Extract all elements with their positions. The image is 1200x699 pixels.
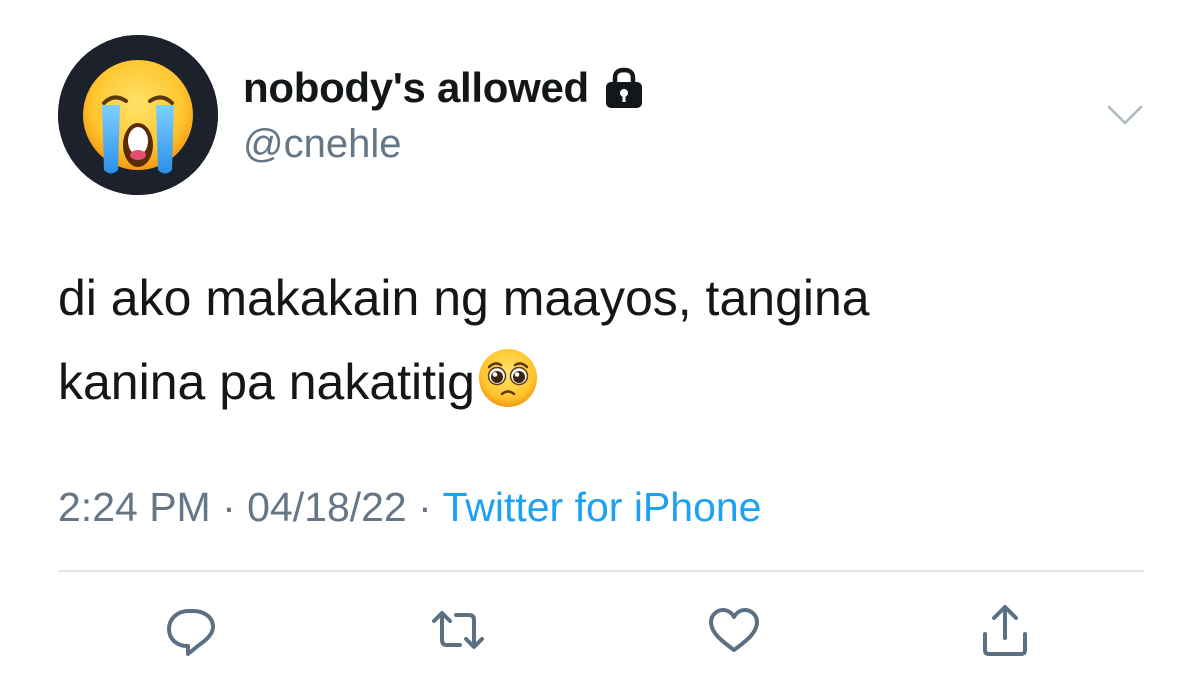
loudly-crying-face-icon xyxy=(58,35,218,195)
tweet-text-line-1: di ako makakain ng maayos, tangina xyxy=(58,270,870,326)
tweet-meta: 2:24 PM · 04/18/22 · Twitter for iPhone xyxy=(58,484,761,531)
reply-button[interactable] xyxy=(163,602,219,658)
tweet-source-link[interactable]: Twitter for iPhone xyxy=(442,484,761,530)
tweet-card: nobody's allowed @cnehle di ako makakain… xyxy=(0,0,1200,699)
retweet-button[interactable] xyxy=(430,602,486,658)
tweet-text-line-2-text: kanina pa nakatitig xyxy=(58,354,475,410)
display-name-row: nobody's allowed xyxy=(243,62,645,114)
reply-icon xyxy=(167,609,215,656)
divider xyxy=(58,570,1144,572)
tweet-text: di ako makakain ng maayos, tangina kanin… xyxy=(58,256,1158,424)
display-name[interactable]: nobody's allowed xyxy=(243,64,589,112)
lock-icon xyxy=(603,66,645,110)
chevron-down-icon[interactable] xyxy=(1106,100,1144,130)
meta-separator: · xyxy=(210,484,248,530)
pleading-face-icon xyxy=(477,347,539,409)
tweet-date: 04/18/22 xyxy=(247,484,407,530)
heart-icon xyxy=(709,608,759,652)
meta-separator: · xyxy=(406,484,443,530)
avatar[interactable] xyxy=(58,35,218,195)
user-handle[interactable]: @cnehle xyxy=(243,122,401,167)
tweet-text-line-2: kanina pa nakatitig xyxy=(58,340,1158,424)
retweet-icon xyxy=(432,611,484,649)
tweet-time: 2:24 PM xyxy=(58,484,211,530)
like-button[interactable] xyxy=(706,602,762,658)
share-button[interactable] xyxy=(977,602,1033,658)
share-icon xyxy=(983,605,1027,656)
